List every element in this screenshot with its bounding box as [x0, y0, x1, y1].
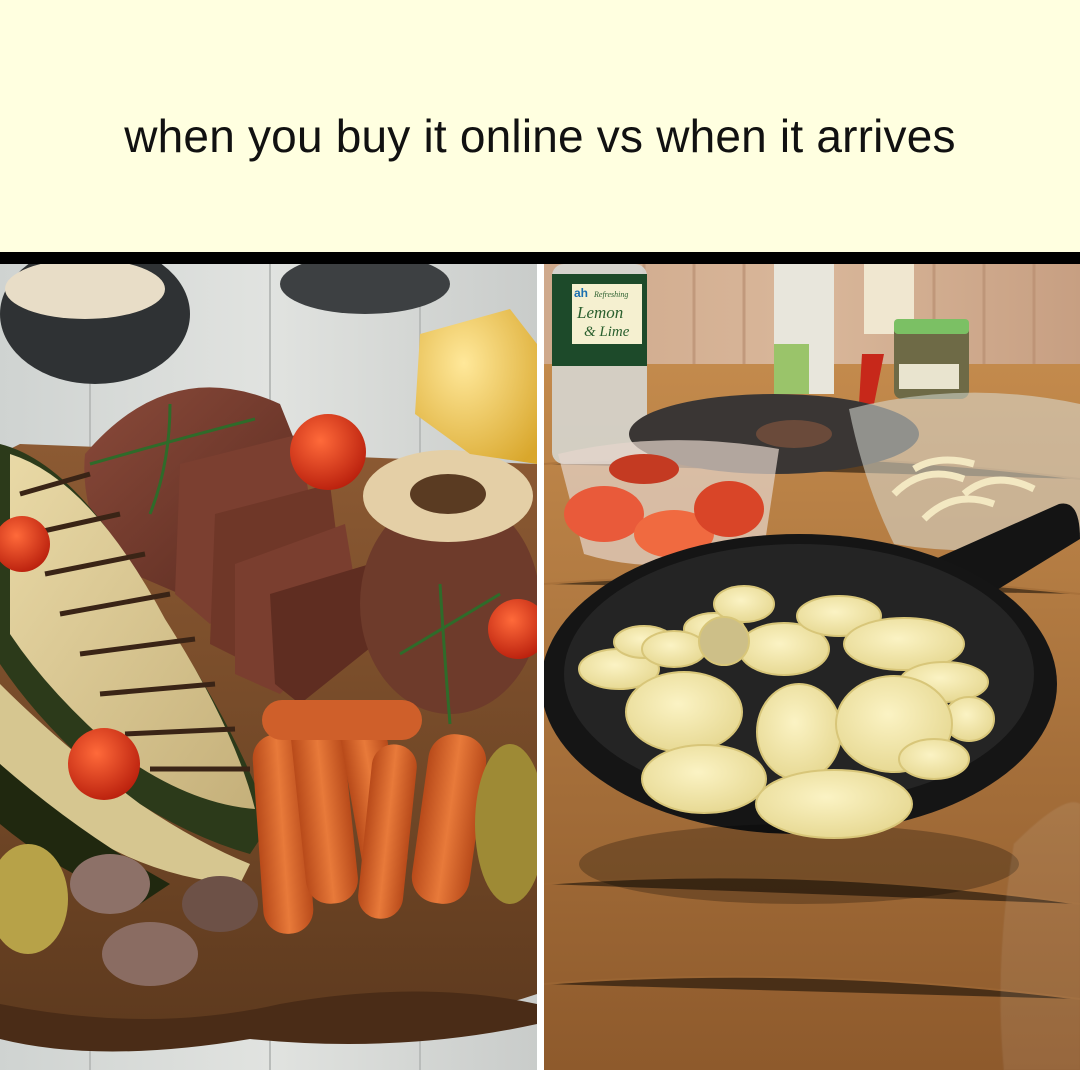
- bottle-label-line3: & Lime: [584, 324, 630, 340]
- panel-divider: [537, 264, 544, 1070]
- bottle-label-line1: Refreshing: [593, 290, 628, 299]
- caption-divider: [0, 252, 1080, 264]
- online-photo-illustration: [0, 264, 537, 1070]
- caption-band: when you buy it online vs when it arrive…: [0, 0, 1080, 252]
- bottle-label: ah Refreshing Lemon & Lime: [572, 284, 642, 344]
- caption-text: when you buy it online vs when it arrive…: [124, 110, 956, 162]
- online-photo: [0, 264, 537, 1070]
- bottle-label-line2: Lemon: [576, 303, 623, 322]
- delivered-photo: ah Refreshing Lemon & Lime: [544, 264, 1080, 1070]
- bottle-brand: ah: [574, 286, 588, 300]
- delivered-photo-illustration: ah Refreshing Lemon & Lime: [544, 264, 1080, 1070]
